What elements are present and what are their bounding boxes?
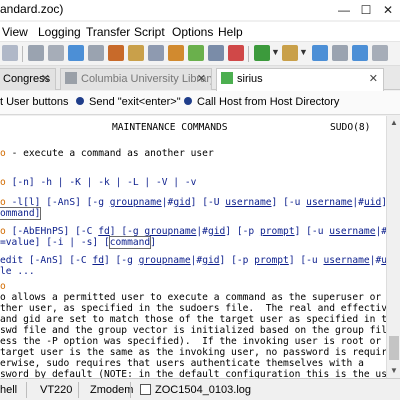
user-button-label: t User buttons [0,96,69,108]
status-bar: hell VT220 Zmodem ZOC1504_0103.log [0,378,400,400]
session-icon[interactable] [88,45,104,61]
user-buttons-bar: t User buttons Send "exit<enter>" Call H… [0,91,400,115]
menu-logging[interactable]: Logging [38,25,81,39]
description-line-7: erwise, sudo requires that users authent… [0,358,364,369]
menu-bar: View Logging Transfer Script Options Hel… [0,22,400,42]
vertical-scrollbar[interactable]: ▲ ▼ [386,116,400,378]
close-window-button[interactable]: ✕ [374,0,400,20]
synopsis-line-7: le ... [0,266,35,277]
description-line-2: ther user, as specified in the sudoers f… [0,303,386,314]
close-tab-icon[interactable]: ✕ [197,69,206,89]
keyboard-icon[interactable] [148,45,164,61]
config-icon[interactable] [208,45,224,61]
bookmark-icon[interactable] [168,45,184,61]
checkbox-icon[interactable] [140,384,151,395]
name-line: o - execute a command as another user [0,148,214,159]
description-line-8: sword by default (NOTE: in the default c… [0,369,386,378]
tab-sirius[interactable]: sirius ✕ [216,68,384,91]
description-line-3: and gid are set to match those of the ta… [0,314,386,325]
menu-view[interactable]: View [2,25,28,39]
session-icon [221,72,233,84]
scroll-up-icon[interactable]: ▲ [387,116,400,130]
man-header-right: SUDO(8) [330,122,371,133]
toolbar-separator [22,46,23,62]
close-tab-icon[interactable]: ✕ [41,69,50,89]
status-emulation[interactable]: VT220 [40,384,72,396]
user-button-call-host[interactable]: Call Host from Host Directory [184,96,339,108]
menu-transfer[interactable]: Transfer [86,25,130,39]
play-dropdown-icon[interactable]: ▼ [271,47,280,57]
status-separator [130,382,131,398]
host-icon[interactable] [68,45,84,61]
status-shell[interactable]: hell [0,384,17,396]
synopsis-line-5: =value] [-i | -s] [command] [0,236,156,249]
bullet-icon [184,97,192,105]
menu-script[interactable]: Script [134,25,165,39]
title-bar: andard.zoc) — ☐ ✕ [0,0,400,20]
terminal-window[interactable]: MAINTENANCE COMMANDS SUDO(8) o - execute… [0,116,386,378]
upload-icon[interactable] [332,45,348,61]
menu-options[interactable]: Options [172,25,213,39]
close-tab-icon[interactable]: ✕ [369,69,378,89]
status-transfer-protocol[interactable]: Zmodem [90,384,133,396]
description-line-1: o allows a permitted user to execute a c… [0,292,382,303]
toolbar: ▼ ▼ [0,42,400,66]
status-separator [26,382,27,398]
clipboard-icon[interactable] [28,45,44,61]
disk-icon[interactable] [2,45,18,61]
session-tabs: Congress ✕ Columbia University Library ✕… [0,66,400,91]
open-script-icon[interactable] [282,45,298,61]
synopsis-line-1: o [-n] -h | -K | -k | -L | -V | -v [0,177,197,188]
bullet-icon [76,97,84,105]
archive-icon[interactable] [108,45,124,61]
session-icon [65,72,77,84]
user-button-label: Send "exit<enter>" [89,96,181,108]
description-heading-fragment: o [0,281,6,292]
scroll-thumb[interactable] [389,336,399,360]
folder-icon[interactable] [128,45,144,61]
settings-icon[interactable] [372,45,388,61]
description-line-5: ess the -P option was specified). If the… [0,336,386,347]
tab-columbia-library[interactable]: Columbia University Library ✕ [60,68,212,90]
window-title: andard.zoc) [0,2,64,16]
open-dropdown-icon[interactable]: ▼ [299,47,308,57]
menu-help[interactable]: Help [218,25,243,39]
scroll-down-icon[interactable]: ▼ [387,364,400,378]
status-logfile[interactable]: ZOC1504_0103.log [140,384,251,396]
tab-congress[interactable]: Congress ✕ [0,68,56,90]
stop-icon[interactable] [228,45,244,61]
check-icon[interactable] [188,45,204,61]
synopsis-line-6: edit [-AnS] [-C fd] [-g groupname|#gid] … [0,255,386,266]
user-button-label: Call Host from Host Directory [197,96,340,108]
toolbar-separator [248,46,249,62]
download-icon[interactable] [352,45,368,61]
transfer-icon[interactable] [312,45,328,61]
description-line-4: swd file and the group vector is initial… [0,325,386,336]
tab-label: sirius [237,73,263,85]
edit-user-buttons[interactable]: t User buttons [0,96,68,108]
description-line-6: target user is the same as the invoking … [0,347,386,358]
status-separator [78,382,79,398]
play-script-icon[interactable] [254,45,270,61]
synopsis-line-2: o -l[l] [-AnS] [-g groupname|#gid] [-U u… [0,197,386,208]
synopsis-line-3: ommand] [0,207,42,220]
tab-label: Columbia University Library [81,73,212,85]
synopsis-line-4: o [-AbEHnPS] [-C fd] [-g groupname|#gid]… [0,226,386,237]
print-icon[interactable] [48,45,64,61]
user-button-send-exit[interactable]: Send "exit<enter>" [76,96,181,108]
man-header-center: MAINTENANCE COMMANDS [112,122,228,133]
